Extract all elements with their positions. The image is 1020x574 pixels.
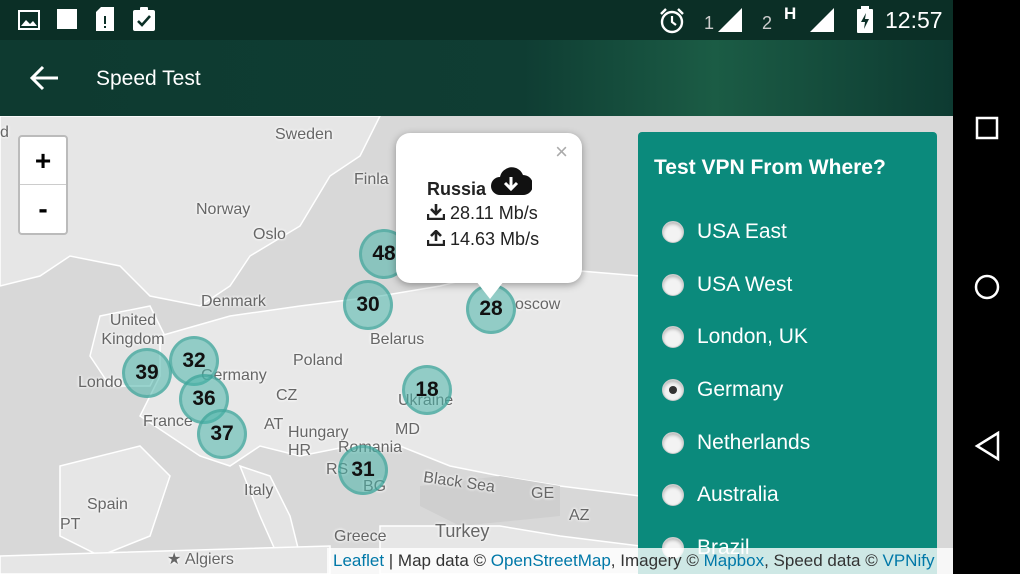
cluster-marker[interactable]: 18 [402, 365, 452, 415]
popup-close-button[interactable]: × [555, 139, 568, 165]
popup-download-row: 28.11 Mb/s [426, 203, 538, 224]
back-arrow-icon[interactable] [28, 64, 60, 92]
leaflet-link[interactable]: Leaflet [333, 551, 384, 570]
recents-square-icon[interactable] [975, 116, 999, 140]
mapbox-link[interactable]: Mapbox [704, 551, 764, 570]
map-label: d [0, 124, 9, 141]
status-bar: 1 2 H 12:57 [0, 0, 953, 40]
option-germany[interactable]: Germany [662, 372, 783, 408]
popup-country: Russia [427, 179, 487, 199]
map-label: Spain [87, 496, 128, 513]
system-nav-bar [953, 0, 1020, 574]
image-icon [18, 10, 40, 30]
star-icon: ★ [167, 551, 185, 568]
map-label: Sweden [275, 126, 333, 143]
option-usa-west[interactable]: USA West [662, 267, 792, 303]
back-triangle-icon[interactable] [973, 430, 1001, 462]
map-label: Poland [293, 352, 343, 369]
app-bar: Speed Test [0, 40, 953, 116]
country-popup: × Russia 28.11 Mb/s 14.63 Mb/s [396, 133, 582, 299]
map-label: AT [264, 416, 284, 433]
option-london-uk[interactable]: London, UK [662, 319, 808, 355]
cluster-marker[interactable]: 31 [338, 445, 388, 495]
map-view[interactable]: Sweden Finla Norway Oslo Denmark United … [0, 116, 953, 574]
map-label: United Kingdom [101, 312, 165, 348]
openstreetmap-link[interactable]: OpenStreetMap [491, 551, 611, 570]
download-speed: 28.11 Mb/s [450, 203, 538, 223]
radio-button-selected[interactable] [662, 379, 684, 401]
home-circle-icon[interactable] [973, 273, 1001, 301]
battery-icon [857, 6, 873, 33]
map-label: Belarus [370, 331, 425, 348]
clock: 12:57 [885, 7, 943, 33]
radio-button[interactable] [662, 326, 684, 348]
zoom-in-button[interactable]: + [20, 137, 66, 185]
map-label: Oslo [253, 226, 286, 243]
radio-button[interactable] [662, 432, 684, 454]
network-type-label: H [784, 4, 797, 23]
clipboard-check-icon [133, 7, 155, 31]
sd-card-icon [96, 7, 114, 31]
map-label: Finla [354, 171, 389, 188]
map-label: GE [531, 485, 555, 502]
app-screen: 1 2 H 12:57 Speed Test Sweden Finla Norw… [0, 0, 953, 574]
square-icon [57, 9, 77, 29]
option-usa-east[interactable]: USA East [662, 214, 787, 250]
cluster-marker[interactable]: 30 [343, 280, 393, 330]
map-label: HR [288, 442, 312, 459]
signal-icon [718, 8, 742, 32]
option-australia[interactable]: Australia [662, 477, 779, 513]
vpnify-link[interactable]: VPNify [882, 551, 934, 570]
map-label: Italy [244, 482, 274, 499]
download-icon [426, 204, 446, 221]
cluster-marker[interactable]: 37 [197, 409, 247, 459]
panel-title: Test VPN From Where? [654, 156, 886, 179]
radio-button[interactable] [662, 274, 684, 296]
zoom-out-button[interactable]: - [20, 185, 66, 233]
map-label: Norway [196, 201, 251, 218]
option-netherlands[interactable]: Netherlands [662, 425, 810, 461]
zoom-control: + - [18, 135, 68, 235]
map-label: Turkey [435, 521, 490, 541]
radio-button[interactable] [662, 484, 684, 506]
map-label: MD [395, 421, 420, 438]
popup-tip [476, 281, 504, 299]
sim2-label: 2 [762, 13, 773, 33]
map-attribution: Leaflet | Map data © OpenStreetMap, Imag… [327, 548, 953, 574]
sim1-label: 1 [704, 13, 715, 33]
upload-icon [426, 229, 446, 247]
cluster-marker[interactable]: 39 [122, 348, 172, 398]
alarm-icon [660, 8, 684, 34]
map-label: Greece [334, 528, 387, 545]
vpn-location-panel: Test VPN From Where? USA East USA West L… [638, 132, 937, 574]
signal-icon [810, 8, 834, 32]
map-label: Londo [78, 374, 123, 391]
popup-upload-row: 14.63 Mb/s [426, 229, 540, 250]
radio-button[interactable] [662, 221, 684, 243]
map-label: ★ Algiers [167, 551, 234, 568]
cloud-download-icon [491, 167, 532, 195]
map-label: Denmark [201, 293, 266, 310]
map-label: PT [60, 516, 81, 533]
map-label: oscow [515, 296, 561, 313]
upload-speed: 14.63 Mb/s [450, 229, 540, 249]
page-title: Speed Test [96, 67, 201, 90]
map-label: CZ [276, 387, 298, 404]
map-label: AZ [569, 507, 590, 524]
